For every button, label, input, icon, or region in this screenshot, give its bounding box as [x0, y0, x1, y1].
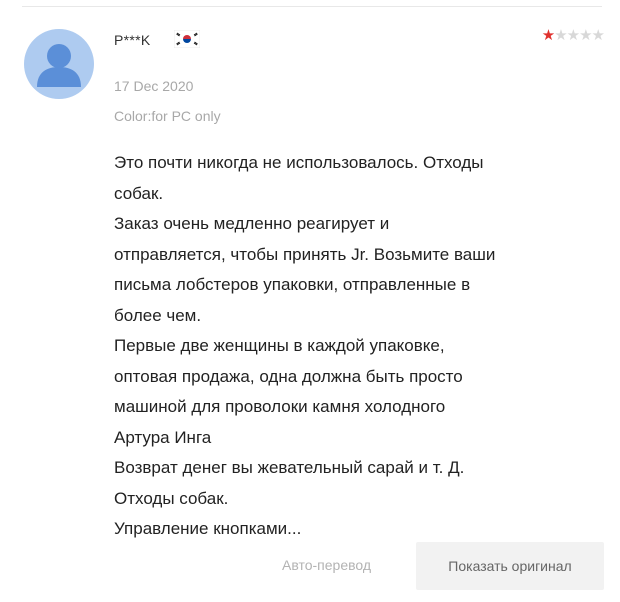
review-text-line: Управление кнопками...	[114, 519, 302, 538]
user-avatar-icon	[24, 29, 94, 99]
review-text-line: более чем.	[114, 305, 202, 325]
star-filled-icon: ★	[541, 27, 555, 44]
star-empty-icon: ★	[591, 27, 605, 44]
product-variant: Color:for PC only	[114, 108, 221, 124]
review-text-line: Это почти никогда не использовалось. Отх…	[114, 153, 484, 172]
star-empty-icon: ★	[566, 27, 580, 44]
review-text-line: машиной для проволоки камня холодного	[114, 397, 446, 416]
auto-translate-label: Авто-перевод	[282, 557, 372, 573]
review-text: Это почти никогда не использовалось. Отх…	[114, 148, 604, 545]
review-text-line: письма лобстеров упаковки, отправленные …	[114, 275, 471, 294]
review-date: 17 Dec 2020	[114, 78, 194, 94]
review-text-line: оптовая продажа, одна должна быть просто	[114, 366, 463, 386]
review-text-line: Первые две женщины в каждой упаковке,	[114, 336, 445, 355]
review-text-line: Возврат денег вы жевательный сарай и т. …	[114, 458, 465, 477]
south-korea-flag-icon	[173, 29, 201, 49]
review-text-line: Артура Инга	[114, 427, 212, 447]
top-divider	[22, 6, 602, 7]
show-original-button[interactable]: Показать оригинал	[416, 542, 604, 590]
reviewer-username: P***K	[114, 32, 151, 48]
rating-stars: ★★★★★	[541, 27, 605, 45]
review-text-line: собак.	[114, 183, 164, 203]
review-text-line: отправляется, чтобы принять Jr. Возьмите…	[114, 244, 496, 264]
star-empty-icon: ★	[579, 27, 592, 44]
star-empty-icon: ★	[554, 27, 567, 44]
review-text-line: Заказ очень медленно реагирует и	[114, 214, 390, 233]
review-text-line: Отходы собак.	[114, 488, 229, 508]
